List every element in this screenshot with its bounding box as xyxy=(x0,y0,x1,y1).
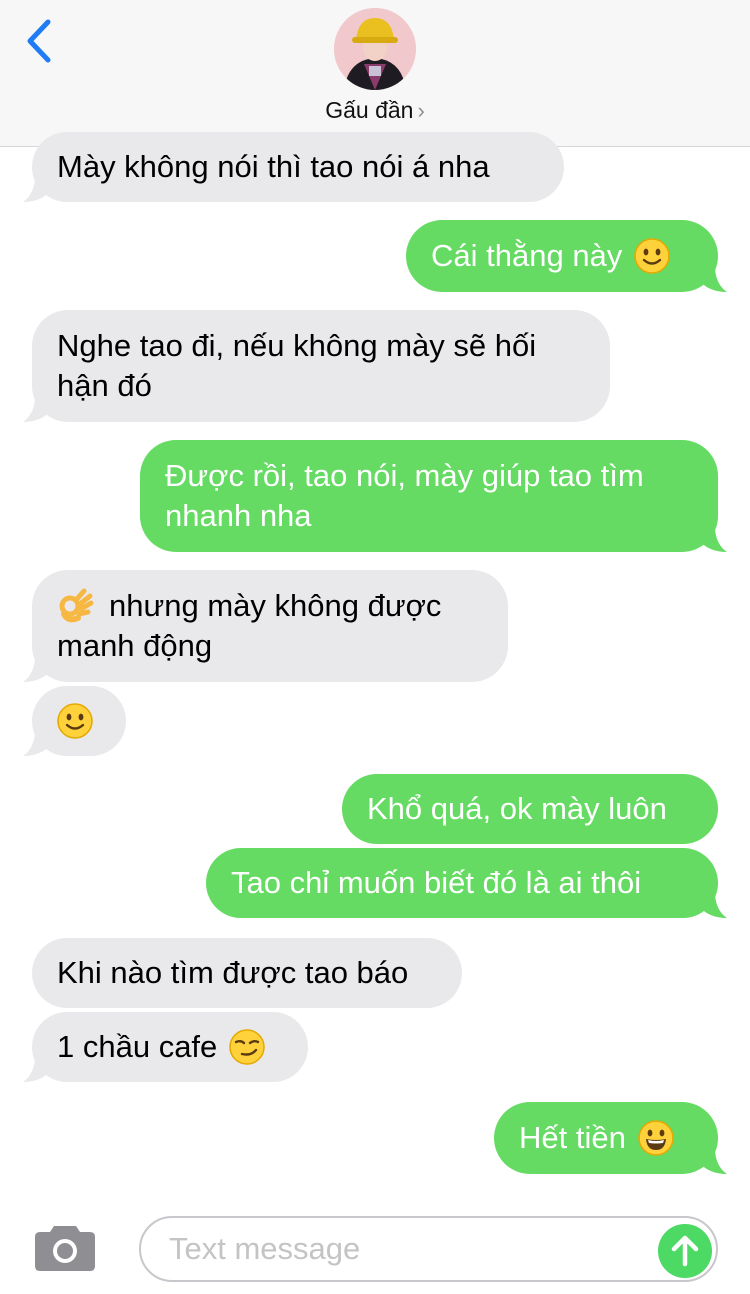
chevron-right-icon: › xyxy=(417,98,425,123)
camera-button[interactable] xyxy=(34,1222,96,1272)
bubble-tail xyxy=(699,526,727,552)
message-text: Hết tiền xyxy=(519,1120,626,1155)
message-text: 1 chầu cafe xyxy=(57,1029,218,1064)
sent-message-bubble[interactable]: Tao chỉ muốn biết đó là ai thôi xyxy=(206,848,727,918)
contact-name-label: Gấu đần xyxy=(325,97,414,123)
message-text: nhưng mày không được manh động xyxy=(57,588,442,663)
bubble-tail xyxy=(23,396,51,422)
sent-message-bubble[interactable]: Cái thằng này xyxy=(406,220,727,292)
sent-message-bubble[interactable]: Hết tiền xyxy=(494,1102,727,1174)
ok-hand-icon xyxy=(58,588,94,624)
received-message-bubble[interactable]: Mày không nói thì tao nói á nha xyxy=(23,132,564,202)
send-button[interactable] xyxy=(658,1224,712,1278)
message-text: Được rồi, tao nói, mày giúp tao tìm nhan… xyxy=(165,458,644,533)
smirking-face-icon xyxy=(229,1029,266,1065)
message-composer: Text message xyxy=(0,1196,750,1294)
contact-name[interactable]: Gấu đần › xyxy=(0,96,750,125)
contact-avatar[interactable] xyxy=(334,8,416,90)
bubble-tail xyxy=(699,892,727,918)
bubble-tail xyxy=(23,176,51,202)
slightly-smiling-face-icon xyxy=(634,238,671,274)
received-message-bubble[interactable]: nhưng mày không được manh động xyxy=(23,570,508,682)
bubble-tail xyxy=(23,1056,51,1082)
bubble-tail xyxy=(699,266,727,292)
message-text: Khổ quá, ok mày luôn xyxy=(367,791,667,826)
message-input-placeholder: Text message xyxy=(169,1231,361,1266)
received-message-bubble[interactable]: 1 chầu cafe xyxy=(23,1012,308,1082)
message-text: Nghe tao đi, nếu không mày sẽ hối hận đó xyxy=(57,328,537,403)
received-message-bubble[interactable]: Khi nào tìm được tao báo xyxy=(32,938,462,1008)
bubble-tail xyxy=(23,730,51,756)
camera-icon xyxy=(35,1226,95,1271)
message-text: Mày không nói thì tao nói á nha xyxy=(57,149,490,184)
bubble-tail xyxy=(699,1148,727,1174)
bubble-tail xyxy=(23,656,51,682)
arrow-up-icon xyxy=(671,1235,699,1267)
message-text: Khi nào tìm được tao báo xyxy=(57,955,409,990)
sent-message-bubble[interactable]: Được rồi, tao nói, mày giúp tao tìm nhan… xyxy=(140,440,727,552)
message-input[interactable]: Text message xyxy=(139,1216,718,1282)
chevron-left-icon xyxy=(27,19,51,63)
received-message-bubble[interactable]: Nghe tao đi, nếu không mày sẽ hối hận đó xyxy=(23,310,610,422)
message-text: Cái thằng này xyxy=(431,238,623,273)
received-message-bubble[interactable] xyxy=(23,686,126,756)
back-button[interactable] xyxy=(20,16,60,68)
message-text: Tao chỉ muốn biết đó là ai thôi xyxy=(231,865,642,900)
grinning-face-icon xyxy=(638,1120,674,1156)
sent-message-bubble[interactable]: Khổ quá, ok mày luôn xyxy=(342,774,718,844)
conversation-header: Gấu đần › xyxy=(0,0,750,147)
slightly-smiling-face-icon xyxy=(57,703,93,739)
